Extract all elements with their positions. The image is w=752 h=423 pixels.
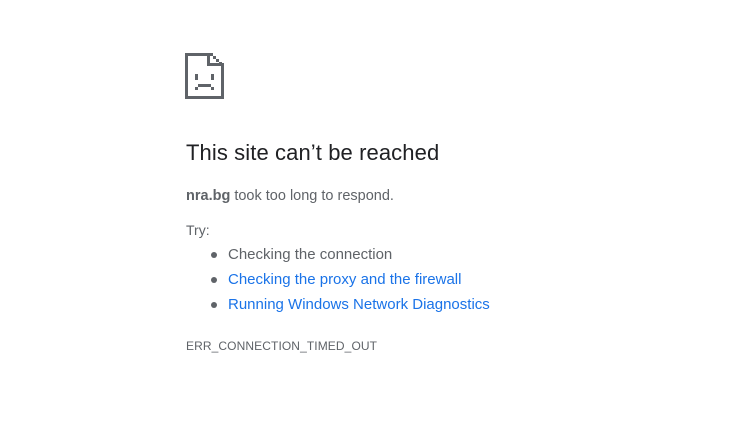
suggestion-network-diagnostics[interactable]: Running Windows Network Diagnostics <box>208 295 490 320</box>
bullet-icon <box>211 252 217 258</box>
error-message: took too long to respond. <box>230 188 394 204</box>
suggestions-list: Checking the connection Checking the pro… <box>208 245 490 320</box>
suggestion-check-proxy-firewall[interactable]: Checking the proxy and the firewall <box>208 270 490 295</box>
error-page: This site can’t be reached nra.bg took t… <box>0 0 752 423</box>
error-summary: nra.bg took too long to respond. <box>186 188 394 204</box>
try-label: Try: <box>186 222 210 238</box>
bullet-icon <box>211 302 217 308</box>
host-name: nra.bg <box>186 188 231 204</box>
suggestion-check-connection: Checking the connection <box>208 245 490 270</box>
page-title: This site can’t be reached <box>186 140 440 165</box>
network-diagnostics-link[interactable]: Running Windows Network Diagnostics <box>228 296 490 313</box>
sad-page-icon <box>185 53 224 99</box>
check-proxy-firewall-link[interactable]: Checking the proxy and the firewall <box>228 271 461 288</box>
suggestion-label: Checking the connection <box>228 246 393 263</box>
error-code: ERR_CONNECTION_TIMED_OUT <box>186 339 378 353</box>
bullet-icon <box>211 277 217 283</box>
